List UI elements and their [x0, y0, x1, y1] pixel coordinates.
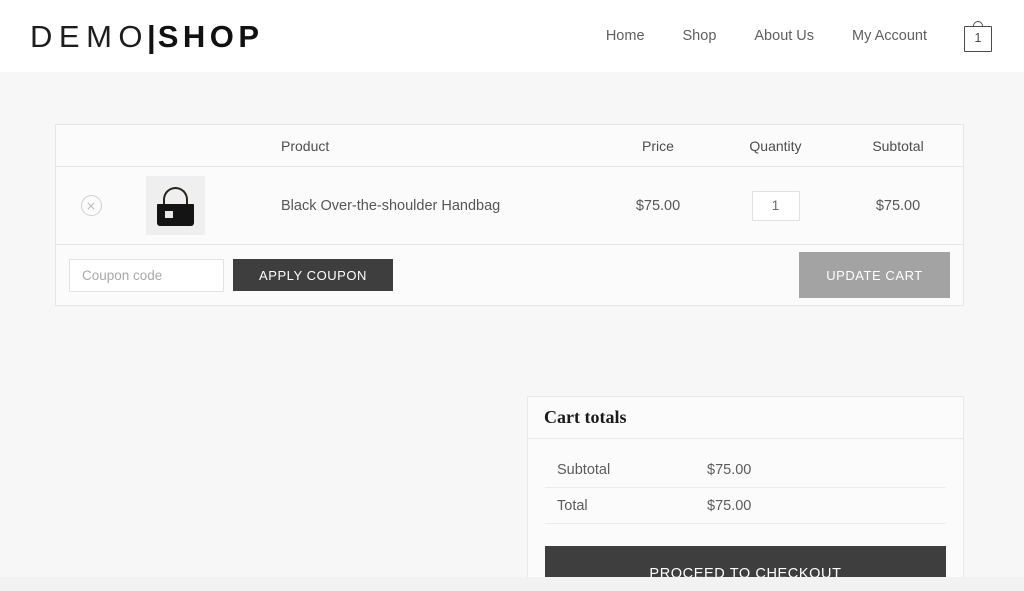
header-cell-subtotal: Subtotal [833, 138, 963, 154]
totals-row-total: Total $75.00 [545, 488, 946, 524]
remove-item-icon[interactable] [81, 195, 102, 216]
site-header: DEMO|SHOP Home Shop About Us My Account … [0, 0, 1024, 72]
product-subtotal: $75.00 [876, 198, 920, 214]
nav-item-home[interactable]: Home [587, 28, 664, 44]
product-thumbnail-image[interactable] [146, 176, 205, 235]
nav-item-shop[interactable]: Shop [664, 28, 736, 44]
main-navigation: Home Shop About Us My Account 1 [587, 21, 992, 52]
cart-totals-card: Cart totals Subtotal $75.00 Total $75.00… [527, 396, 964, 591]
product-price-cell: $75.00 [598, 198, 718, 214]
coupon-group: APPLY COUPON [69, 259, 393, 292]
nav-item-my-account[interactable]: My Account [833, 28, 946, 44]
product-name-link[interactable]: Black Over-the-shoulder Handbag [281, 198, 500, 214]
totals-row-subtotal: Subtotal $75.00 [545, 452, 946, 488]
cart-table-header-row: Product Price Quantity Subtotal [56, 125, 963, 167]
update-cart-button[interactable]: UPDATE CART [799, 252, 950, 298]
header-cell-product: Product [256, 138, 598, 154]
totals-label-subtotal: Subtotal [545, 462, 707, 478]
totals-value-total: $75.00 [707, 498, 751, 514]
product-subtotal-cell: $75.00 [833, 198, 963, 214]
product-quantity-cell [718, 191, 833, 221]
cart-page: Product Price Quantity Subtotal Black Ov… [0, 72, 1024, 591]
page-bottom-strip [0, 577, 1024, 591]
quantity-input[interactable] [752, 191, 800, 221]
logo-divider-bar: | [147, 21, 156, 52]
totals-label-total: Total [545, 498, 707, 514]
nav-item-about-us[interactable]: About Us [735, 28, 833, 44]
header-cell-price: Price [598, 138, 718, 154]
cart-table: Product Price Quantity Subtotal Black Ov… [55, 124, 964, 306]
cart-totals-title: Cart totals [544, 407, 626, 428]
handbag-body-shape [157, 204, 194, 226]
logo-text-shop: SHOP [158, 21, 264, 52]
table-row: Black Over-the-shoulder Handbag $75.00 $… [56, 167, 963, 245]
product-price: $75.00 [636, 198, 680, 214]
header-cell-quantity: Quantity [718, 138, 833, 154]
cart-button[interactable]: 1 [964, 21, 992, 52]
product-name-cell: Black Over-the-shoulder Handbag [256, 198, 598, 214]
coupon-input[interactable] [69, 259, 224, 292]
cart-totals-body: Subtotal $75.00 Total $75.00 PROCEED TO … [528, 439, 963, 591]
totals-value-subtotal: $75.00 [707, 462, 751, 478]
cart-item-count: 1 [964, 26, 992, 52]
thumbnail-cell [126, 176, 256, 235]
coupon-actions-row: APPLY COUPON UPDATE CART [56, 245, 963, 305]
site-logo[interactable]: DEMO|SHOP [30, 21, 264, 52]
remove-cell [56, 195, 126, 216]
cart-totals-header: Cart totals [528, 397, 963, 439]
logo-text-demo: DEMO [30, 21, 149, 52]
apply-coupon-button[interactable]: APPLY COUPON [233, 259, 393, 291]
handbag-tag-shape [165, 211, 173, 218]
